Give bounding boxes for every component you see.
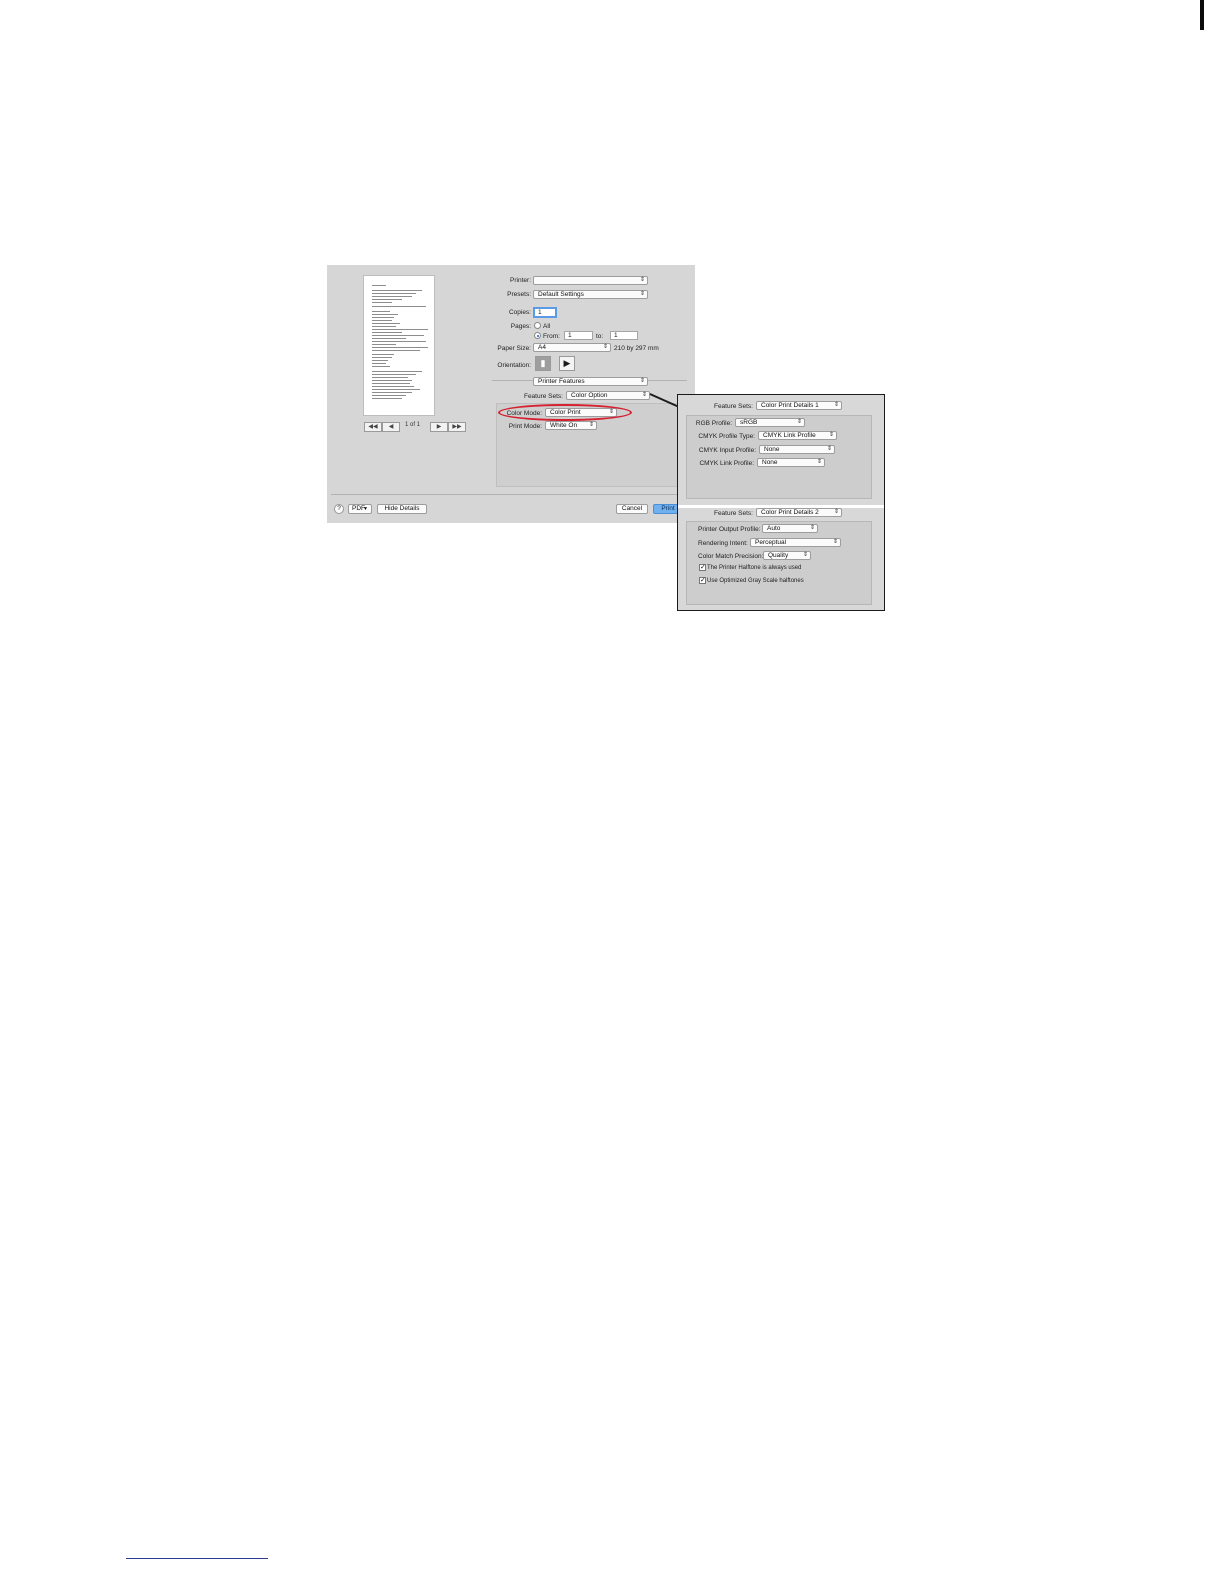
paper-dimensions: 210 by 297 mm [614,345,659,352]
optimized-gray-scale-label: Use Optimized Gray Scale halftones [707,578,804,584]
cmyk-link-profile-label: CMYK Link Profile: [699,460,754,467]
rgb-profile-popup[interactable]: sRGB ⇕ [735,418,805,427]
footnote-rule [126,1558,268,1559]
cmyk-profile-type-value: CMYK Link Profile [763,432,816,439]
cmyk-profile-type-label: CMYK Profile Type: [698,433,755,440]
popup-arrows-icon: ⇕ [816,459,822,465]
printer-output-profile-label: Printer Output Profile: [698,526,761,533]
halftone-always-used-label: The Printer Halftone is always used [707,565,802,571]
pages-all-radio[interactable] [534,322,541,329]
rgb-profile-label: RGB Profile: [695,420,732,427]
section-popup[interactable]: Printer Features ⇕ [533,377,648,386]
presets-value: Default Settings [538,291,584,298]
color-mode-highlight-oval [498,404,632,421]
cancel-button[interactable]: Cancel [616,504,648,514]
presets-label: Presets: [507,291,531,298]
panel1-feature-sets-popup[interactable]: Color Print Details 1 ⇕ [756,401,842,410]
rendering-intent-value: Perceptual [755,539,787,546]
chevron-down-icon: ▼ [363,506,368,512]
pages-from-field[interactable]: 1 [564,331,593,340]
last-page-icon[interactable]: ▶▶ [448,422,466,432]
popup-arrows-icon: ⇕ [639,277,645,283]
pages-label: Pages: [510,323,531,330]
panel2-feature-sets-label: Feature Sets: [713,510,753,517]
popup-arrows-icon: ⇕ [641,392,647,398]
paper-size-value: A4 [538,344,546,351]
popup-arrows-icon: ⇕ [833,509,839,515]
orientation-label: Orientation: [497,362,531,369]
print-dialog: ◀◀ ◀ 1 of 1 ▶ ▶▶ Printer: ⇕ Presets: Def… [327,265,695,523]
panel1-feature-sets-label: Feature Sets: [713,403,753,410]
halftone-always-used-checkbox[interactable]: ✓ [699,564,706,571]
color-match-precision-popup[interactable]: Quality ⇕ [763,551,811,560]
pages-from-radio[interactable] [534,332,541,339]
cmyk-input-profile-label: CMYK Input Profile: [698,447,756,454]
printer-popup[interactable]: ⇕ [533,276,648,285]
printer-label: Printer: [510,277,531,284]
printer-output-profile-popup[interactable]: Auto ⇕ [762,524,818,533]
panel2-options-box [686,521,872,605]
popup-arrows-icon: ⇕ [802,552,808,558]
section-popup-value: Printer Features [538,378,585,385]
copies-label: Copies: [508,309,531,316]
popup-arrows-icon: ⇕ [826,446,832,452]
feature-sets-label: Feature Sets: [523,393,563,400]
page-edge-rule [1200,0,1204,30]
printer-output-profile-value: Auto [767,525,781,532]
rendering-intent-label: Rendering Intent: [698,540,748,547]
color-match-precision-value: Quality [768,552,789,559]
next-page-icon[interactable]: ▶ [430,422,448,432]
feature-sets-value: Color Option [571,392,608,399]
page-preview [363,275,435,416]
print-mode-popup[interactable]: White On ⇕ [545,421,597,430]
portrait-orientation-icon[interactable]: ▮ [535,356,551,371]
hide-details-button[interactable]: Hide Details [377,504,427,514]
popup-arrows-icon: ⇕ [796,419,802,425]
pdf-button[interactable]: PDF ▼ [348,504,372,514]
cmyk-link-profile-value: None [762,459,778,466]
rgb-profile-value: sRGB [740,419,758,426]
help-button[interactable]: ? [334,504,344,514]
panel1-options-box [686,415,872,499]
pager-forward-group: ▶ ▶▶ [430,422,466,432]
checkmark-icon: ✓ [700,577,706,584]
cmyk-input-profile-popup[interactable]: None ⇕ [759,445,835,454]
presets-popup[interactable]: Default Settings ⇕ [533,290,648,299]
popup-arrows-icon: ⇕ [639,378,645,384]
popup-arrows-icon: ⇕ [809,525,815,531]
landscape-orientation-icon[interactable]: ▶ [559,356,575,371]
popup-arrows-icon: ⇕ [832,539,838,545]
popup-arrows-icon: ⇕ [639,291,645,297]
popup-arrows-icon: ⇕ [588,422,594,428]
paper-size-label: Paper Size: [497,345,531,352]
feature-sets-popup[interactable]: Color Option ⇕ [566,391,650,400]
rendering-intent-popup[interactable]: Perceptual ⇕ [750,538,841,547]
pager-back-group: ◀◀ ◀ [364,422,400,432]
paper-size-popup[interactable]: A4 ⇕ [533,343,611,352]
page-count: 1 of 1 [405,422,421,428]
footer-divider [331,494,691,495]
popup-arrows-icon: ⇕ [602,344,608,350]
cmyk-input-profile-value: None [764,446,780,453]
pages-from-label: From: [543,333,560,340]
pages-to-field[interactable]: 1 [610,331,638,340]
panel2-feature-sets-value: Color Print Details 2 [761,509,819,516]
popup-arrows-icon: ⇕ [828,432,834,438]
pages-all-label: All [543,323,551,330]
pages-to-label: to: [596,333,604,340]
checkmark-icon: ✓ [700,564,706,571]
previous-page-icon[interactable]: ◀ [382,422,400,432]
first-page-icon[interactable]: ◀◀ [364,422,382,432]
panel1-feature-sets-value: Color Print Details 1 [761,402,819,409]
color-match-precision-label: Color Match Precision: [698,553,764,560]
print-mode-value: White On [550,422,578,429]
cmyk-profile-type-popup[interactable]: CMYK Link Profile ⇕ [758,431,837,440]
optimized-gray-scale-checkbox[interactable]: ✓ [699,577,706,584]
cmyk-link-profile-popup[interactable]: None ⇕ [757,458,825,467]
popup-arrows-icon: ⇕ [833,402,839,408]
feature-details-callout: Feature Sets: Color Print Details 1 ⇕ RGB… [677,394,885,611]
copies-field[interactable]: 1 [533,307,557,318]
print-mode-label: Print Mode: [508,423,542,430]
panel2-feature-sets-popup[interactable]: Color Print Details 2 ⇕ [756,508,842,517]
